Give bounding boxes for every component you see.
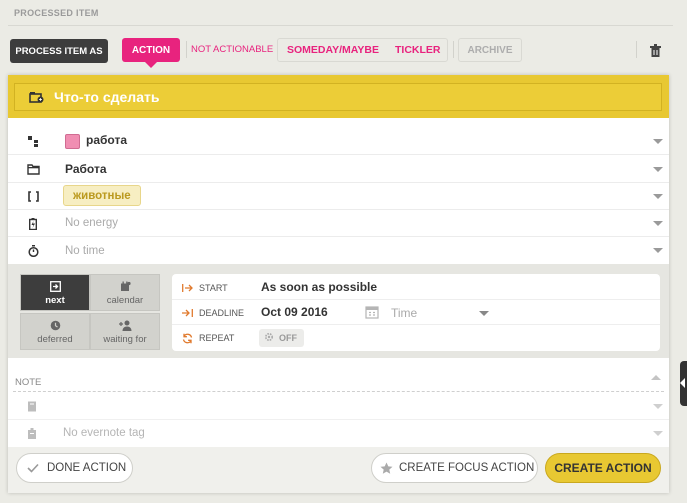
energy-placeholder: No energy bbox=[65, 217, 119, 229]
chevron-down-icon[interactable] bbox=[653, 248, 663, 253]
divider bbox=[453, 41, 454, 58]
chevron-down-icon[interactable] bbox=[653, 167, 663, 172]
battery-icon bbox=[26, 210, 40, 237]
inbox-icon bbox=[29, 91, 44, 103]
area-row[interactable]: работа bbox=[8, 128, 669, 155]
title-bar: Что-то сделать bbox=[8, 75, 669, 118]
start-row[interactable]: START As soon as possible bbox=[172, 276, 660, 300]
chevron-up-icon[interactable] bbox=[651, 375, 661, 380]
repeat-icon bbox=[182, 332, 194, 344]
item-card: Что-то сделать работа Работа животные No… bbox=[8, 75, 669, 493]
done-action-button[interactable]: DONE ACTION bbox=[16, 453, 133, 483]
chevron-down-icon[interactable] bbox=[653, 404, 663, 409]
deadline-icon bbox=[182, 307, 194, 319]
start-icon bbox=[182, 282, 194, 294]
mode-deferred[interactable]: deferred bbox=[20, 313, 90, 350]
chevron-down-icon[interactable] bbox=[653, 139, 663, 144]
folder-icon bbox=[26, 156, 40, 183]
calendar-icon[interactable] bbox=[365, 305, 379, 319]
not-actionable-link[interactable]: NOT ACTIONABLE bbox=[191, 44, 273, 55]
mode-next[interactable]: next bbox=[20, 274, 90, 311]
page-header-title: PROCESSED ITEM bbox=[14, 8, 99, 18]
archive-button[interactable]: ARCHIVE bbox=[458, 38, 522, 62]
note-label: NOTE bbox=[15, 377, 42, 388]
chevron-down-icon[interactable] bbox=[479, 311, 489, 316]
divider bbox=[636, 41, 637, 58]
item-title: Что-то сделать bbox=[54, 89, 160, 105]
side-panel-toggle[interactable] bbox=[680, 361, 687, 406]
someday-tickler-group: SOMEDAY/MAYBE TICKLER bbox=[277, 38, 448, 62]
start-label: START bbox=[199, 283, 228, 293]
mode-calendar-label: calendar bbox=[106, 294, 144, 306]
repeat-row: REPEAT OFF bbox=[172, 326, 660, 350]
title-field[interactable]: Что-то сделать bbox=[14, 83, 662, 111]
repeat-toggle[interactable]: OFF bbox=[259, 329, 304, 347]
create-focus-action-label: CREATE FOCUS ACTION bbox=[399, 462, 535, 474]
context-row[interactable]: животные bbox=[8, 183, 669, 210]
footer-bar: DONE ACTION CREATE FOCUS ACTION CREATE A… bbox=[8, 447, 669, 493]
create-action-button[interactable]: CREATE ACTION bbox=[545, 453, 661, 483]
note-divider bbox=[13, 391, 664, 392]
chevron-down-icon[interactable] bbox=[653, 194, 663, 199]
action-button[interactable]: ACTION bbox=[122, 38, 180, 68]
deadline-label: DEADLINE bbox=[199, 308, 245, 318]
chevron-down-icon[interactable] bbox=[653, 431, 663, 436]
mode-next-label: next bbox=[45, 294, 65, 306]
area-label: работа bbox=[86, 133, 127, 148]
evernote-tag-placeholder: No evernote tag bbox=[63, 427, 145, 439]
trash-icon[interactable] bbox=[648, 42, 662, 58]
tag-icon bbox=[27, 427, 39, 439]
mode-waiting-for[interactable]: waiting for bbox=[90, 313, 160, 350]
schedule-details: START As soon as possible DEADLINE Oct 0… bbox=[172, 274, 660, 351]
area-value: работа bbox=[65, 133, 127, 149]
area-color-swatch bbox=[65, 133, 80, 149]
mode-calendar[interactable]: calendar bbox=[90, 274, 160, 311]
bracket-icon bbox=[26, 183, 40, 210]
time-row[interactable]: No time bbox=[8, 237, 669, 264]
project-row[interactable]: Работа bbox=[8, 156, 669, 183]
header-divider bbox=[8, 25, 673, 26]
clock-icon bbox=[50, 319, 61, 332]
chevron-down-icon[interactable] bbox=[653, 221, 663, 226]
context-tag[interactable]: животные bbox=[63, 185, 141, 206]
tickler-button[interactable]: TICKLER bbox=[395, 44, 441, 56]
calendar-icon bbox=[120, 280, 131, 293]
done-action-label: DONE ACTION bbox=[47, 462, 127, 474]
gear-icon bbox=[264, 332, 274, 344]
someday-maybe-button[interactable]: SOMEDAY/MAYBE bbox=[287, 44, 379, 56]
stopwatch-icon bbox=[26, 237, 40, 264]
deadline-row: DEADLINE Oct 09 2016 Time bbox=[172, 301, 660, 325]
time-placeholder: No time bbox=[65, 244, 105, 257]
notebook-icon bbox=[27, 400, 39, 412]
person-add-icon bbox=[118, 319, 132, 332]
evernote-notebook-row[interactable] bbox=[8, 393, 669, 420]
create-focus-action-button[interactable]: CREATE FOCUS ACTION bbox=[371, 453, 538, 483]
schedule-panel: next calendar deferred waiting for START… bbox=[8, 264, 669, 358]
start-value[interactable]: As soon as possible bbox=[261, 280, 377, 294]
checkmark-icon bbox=[27, 463, 39, 473]
hierarchy-icon bbox=[26, 128, 40, 155]
divider bbox=[186, 41, 187, 58]
deadline-time-placeholder[interactable]: Time bbox=[391, 306, 417, 320]
repeat-label: REPEAT bbox=[199, 333, 235, 343]
repeat-value: OFF bbox=[279, 333, 297, 343]
evernote-tag-row[interactable]: No evernote tag bbox=[8, 420, 669, 447]
deadline-date[interactable]: Oct 09 2016 bbox=[261, 305, 328, 319]
mode-waiting-for-label: waiting for bbox=[103, 333, 147, 345]
process-item-as-label: PROCESS ITEM AS bbox=[10, 39, 108, 63]
energy-row[interactable]: No energy bbox=[8, 210, 669, 237]
mode-deferred-label: deferred bbox=[37, 333, 73, 345]
next-icon bbox=[49, 280, 61, 293]
star-icon bbox=[380, 462, 393, 475]
project-value: Работа bbox=[65, 162, 107, 176]
